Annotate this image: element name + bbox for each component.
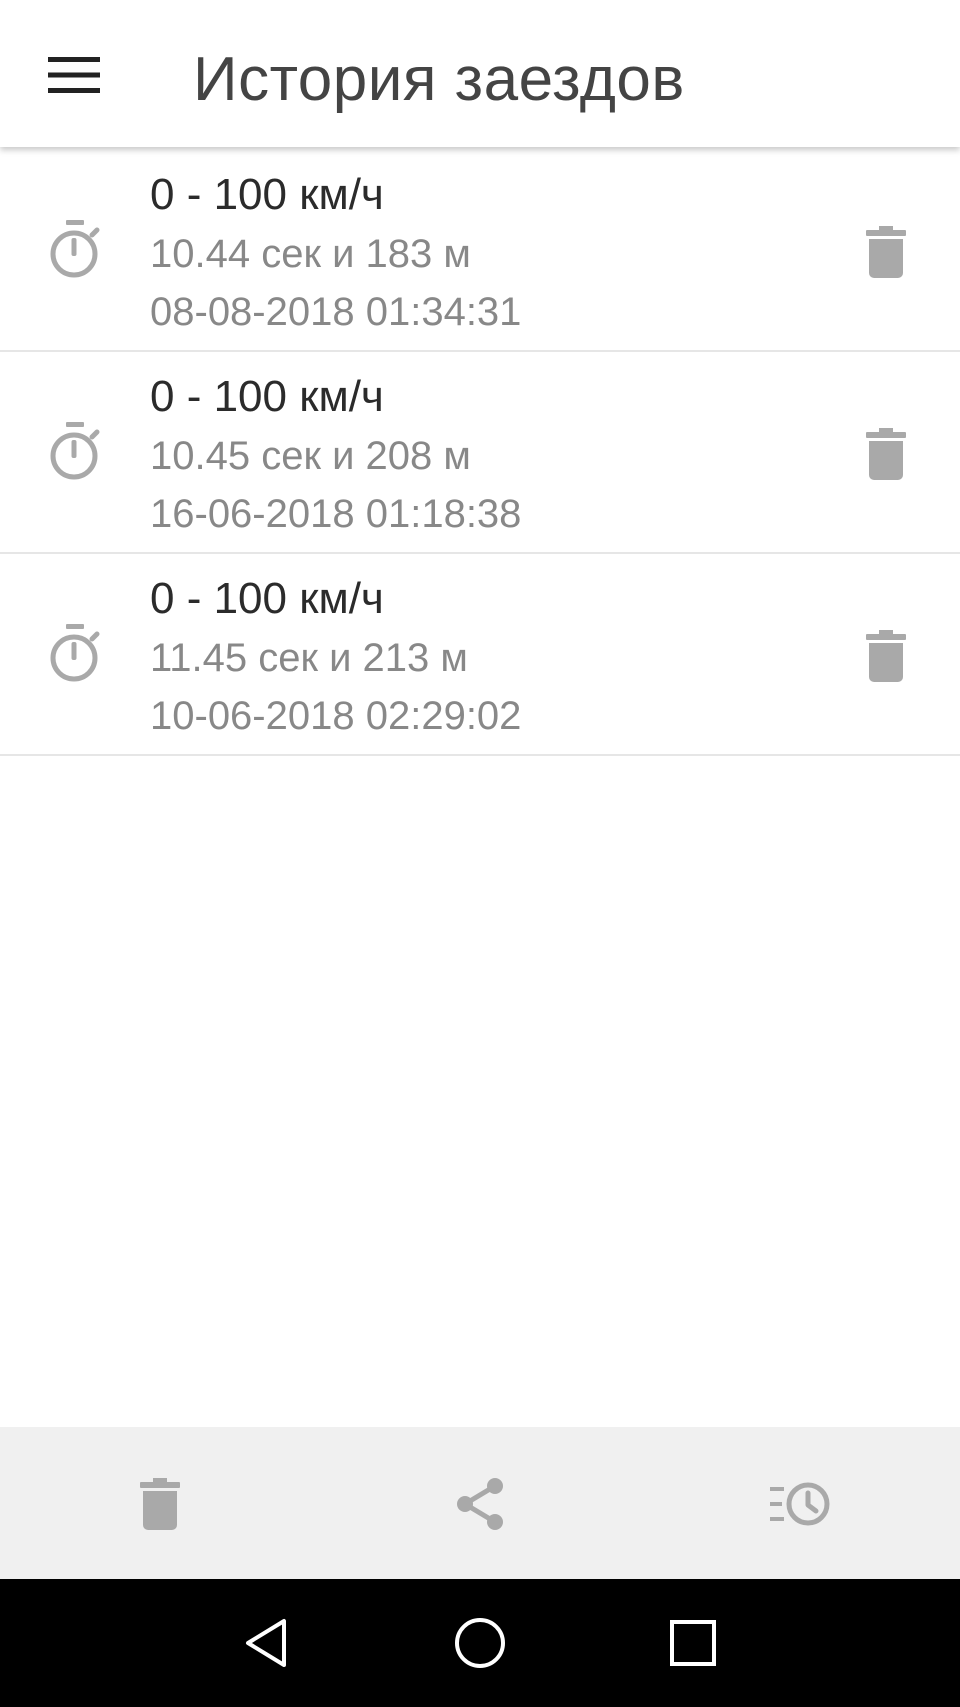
stopwatch-icon: [50, 422, 100, 480]
delete-run-button[interactable]: [856, 424, 916, 484]
runs-list: 0 - 100 км/ч 10.44 сек и 183 м 08-08-201…: [0, 150, 960, 756]
delete-all-button[interactable]: [125, 1473, 195, 1535]
history-icon: [770, 1482, 830, 1526]
run-datetime: 08-08-2018 01:34:31: [150, 290, 522, 334]
run-datetime: 16-06-2018 01:18:38: [150, 492, 522, 536]
delete-run-button[interactable]: [856, 222, 916, 282]
share-icon: [457, 1478, 503, 1530]
back-icon: [246, 1619, 286, 1667]
page-title: История заездов: [193, 45, 685, 114]
trash-icon: [140, 1478, 180, 1530]
share-button[interactable]: [445, 1473, 515, 1535]
stopwatch-icon: [50, 220, 100, 278]
history-button[interactable]: [765, 1473, 835, 1535]
list-item[interactable]: 0 - 100 км/ч 11.45 сек и 213 м 10-06-201…: [0, 554, 960, 756]
back-button[interactable]: [236, 1615, 296, 1671]
recents-button[interactable]: [663, 1615, 723, 1671]
bottom-action-bar: [0, 1427, 960, 1579]
trash-icon: [866, 630, 906, 682]
run-title: 0 - 100 км/ч: [150, 372, 384, 421]
list-item[interactable]: 0 - 100 км/ч 10.45 сек и 208 м 16-06-201…: [0, 352, 960, 554]
stopwatch-icon: [50, 624, 100, 682]
run-datetime: 10-06-2018 02:29:02: [150, 694, 522, 738]
trash-icon: [866, 428, 906, 480]
home-button[interactable]: [450, 1615, 510, 1671]
home-icon: [455, 1618, 505, 1668]
system-nav-bar: [0, 1579, 960, 1707]
menu-button[interactable]: [36, 40, 112, 110]
run-title: 0 - 100 км/ч: [150, 574, 384, 623]
menu-icon: [48, 57, 100, 93]
recents-icon: [670, 1620, 716, 1666]
run-result: 10.44 сек и 183 м: [150, 232, 471, 276]
run-title: 0 - 100 км/ч: [150, 170, 384, 219]
list-item[interactable]: 0 - 100 км/ч 10.44 сек и 183 м 08-08-201…: [0, 150, 960, 352]
run-result: 11.45 сек и 213 м: [150, 636, 468, 680]
trash-icon: [866, 226, 906, 278]
run-result: 10.45 сек и 208 м: [150, 434, 471, 478]
app-bar: История заездов: [0, 0, 960, 147]
delete-run-button[interactable]: [856, 626, 916, 686]
